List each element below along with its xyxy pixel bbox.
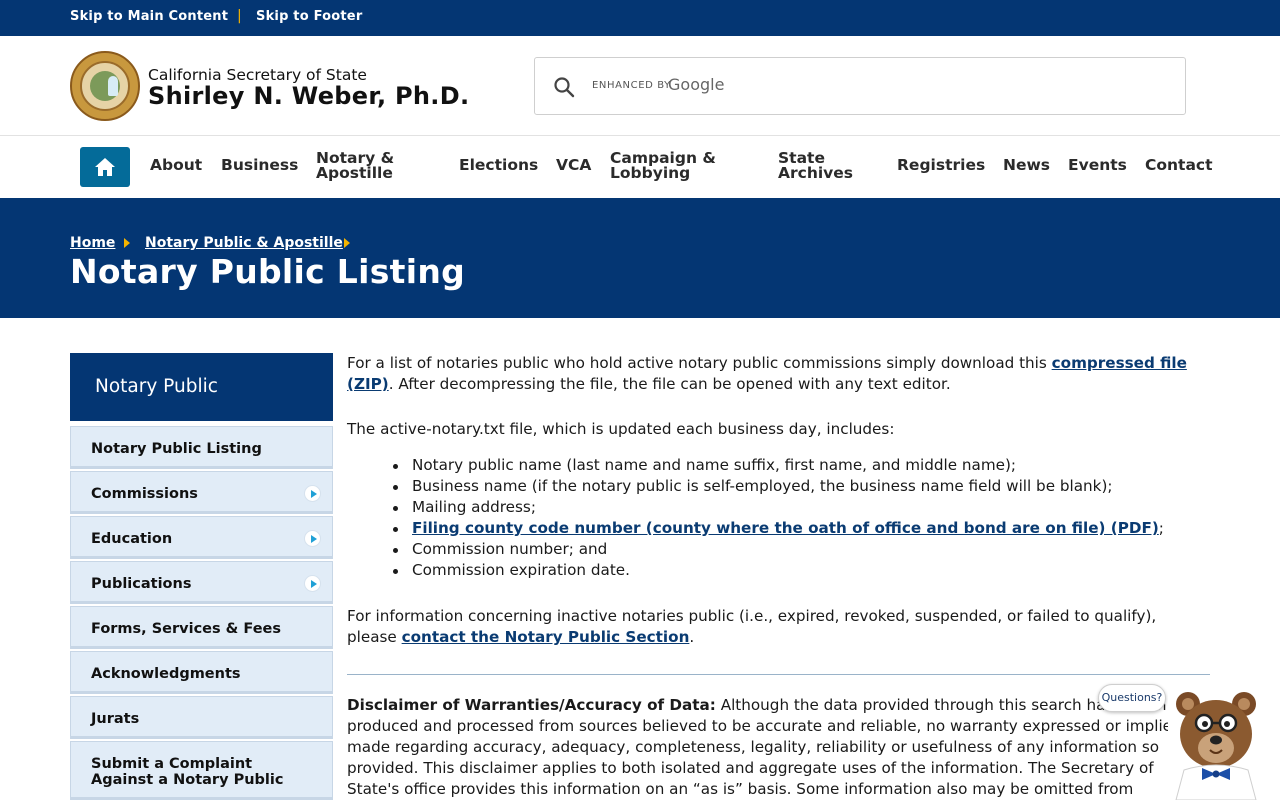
contact-notary-section-link[interactable]: contact the Notary Public Section [402, 628, 690, 646]
sidebar-item-education[interactable]: Education [70, 516, 333, 559]
seal-figure [108, 76, 118, 96]
sidebar-item-label: Forms, Services & Fees [91, 621, 281, 637]
list-item: Filing county code number (county where … [347, 518, 1210, 539]
file-contents-list: Notary public name (last name and name s… [347, 455, 1210, 581]
home-button[interactable] [80, 147, 130, 187]
chevron-right-icon[interactable] [304, 530, 321, 547]
sidebar-heading[interactable]: Notary Public [70, 353, 333, 421]
chevron-right-icon[interactable] [304, 575, 321, 592]
sidebar-item-forms-services-fees[interactable]: Forms, Services & Fees [70, 606, 333, 649]
list-item: Business name (if the notary public is s… [347, 476, 1210, 497]
list-item: Notary public name (last name and name s… [347, 455, 1210, 476]
nav-business[interactable]: Business [221, 157, 298, 173]
google-label: Google [668, 75, 725, 94]
state-seal-icon[interactable] [70, 51, 140, 121]
sidebar-item-commissions[interactable]: Commissions [70, 471, 333, 514]
file-description: The active-notary.txt file, which is upd… [347, 420, 895, 438]
bear-mascot-icon[interactable] [1168, 690, 1264, 800]
list-item: Mailing address; [347, 497, 1210, 518]
questions-bubble[interactable]: Questions? [1098, 684, 1166, 712]
county-code-pdf-link[interactable]: Filing county code number (county where … [412, 519, 1159, 537]
page-title: Notary Public Listing [70, 252, 466, 291]
sidebar-item-label: Commissions [91, 486, 198, 502]
disclaimer-paragraph: Disclaimer of Warranties/Accuracy of Dat… [347, 695, 1210, 800]
skip-to-footer-link[interactable]: Skip to Footer [256, 9, 362, 24]
main-nav: About Business Notary & Apostille Electi… [0, 137, 1280, 198]
sidebar-item-notary-public-listing[interactable]: Notary Public Listing [70, 426, 333, 469]
search-input[interactable] [775, 72, 1165, 102]
page-banner: Home Notary Public & Apostille Notary Pu… [0, 198, 1280, 318]
seal-center [90, 71, 120, 101]
enhanced-by-label: ENHANCED BY [592, 80, 671, 91]
sidebar-item-label: Jurats [91, 711, 140, 727]
inactive-text-end: . [689, 628, 695, 646]
seal-ring [80, 61, 130, 111]
sidebar-item-publications[interactable]: Publications [70, 561, 333, 604]
sidebar-item-jurats[interactable]: Jurats [70, 696, 333, 739]
disclaimer-label: Disclaimer of Warranties/Accuracy of Dat… [347, 696, 716, 714]
chevron-right-icon[interactable] [304, 485, 321, 502]
sidebar-item-label: Acknowledgments [91, 666, 241, 682]
sidebar-item-label: Publications [91, 576, 192, 592]
nav-vca[interactable]: VCA [556, 157, 591, 173]
nav-registries[interactable]: Registries [897, 157, 985, 173]
official-name[interactable]: Shirley N. Weber, Ph.D. [148, 82, 469, 110]
nav-contact[interactable]: Contact [1145, 157, 1213, 173]
nav-campaign-lobbying[interactable]: Campaign & Lobbying [610, 150, 730, 181]
intro-paragraph: For a list of notaries public who hold a… [347, 353, 1210, 395]
list-item-suffix: ; [1158, 519, 1164, 537]
nav-news[interactable]: News [1003, 157, 1050, 173]
sidebar-item-submit-complaint[interactable]: Submit a Complaint Against a Notary Publ… [70, 741, 333, 800]
sidebar-item-label: Education [91, 531, 173, 547]
nav-notary-apostille[interactable]: Notary & Apostille [316, 150, 426, 181]
site-search[interactable]: ENHANCED BY Google [534, 57, 1186, 115]
skip-to-main-link[interactable]: Skip to Main Content [70, 9, 228, 24]
inactive-notaries-paragraph: For information concerning inactive nota… [347, 606, 1210, 648]
nav-state-archives[interactable]: State Archives [778, 150, 868, 181]
breadcrumb-home[interactable]: Home [70, 235, 115, 251]
list-item: Commission number; and [347, 539, 1210, 560]
nav-elections[interactable]: Elections [459, 157, 538, 173]
skip-separator: | [237, 8, 242, 24]
breadcrumb-notary-apostille[interactable]: Notary Public & Apostille [145, 235, 343, 251]
nav-about[interactable]: About [150, 157, 202, 173]
home-icon [95, 158, 115, 176]
site-header: California Secretary of State Shirley N.… [0, 36, 1280, 136]
intro-text-end: . After decompressing the file, the file… [388, 375, 951, 393]
skip-bar: Skip to Main Content | Skip to Footer [0, 0, 1280, 36]
intro-text: For a list of notaries public who hold a… [347, 354, 1052, 372]
sidebar-item-acknowledgments[interactable]: Acknowledgments [70, 651, 333, 694]
sidebar-item-label: Notary Public Listing [91, 441, 262, 457]
list-item: Commission expiration date. [347, 560, 1210, 581]
nav-events[interactable]: Events [1068, 157, 1127, 173]
divider [347, 674, 1210, 675]
sidebar-item-label: Submit a Complaint Against a Notary Publ… [91, 756, 284, 788]
breadcrumb-arrow-icon [124, 238, 130, 248]
breadcrumb-arrow-icon [344, 238, 350, 248]
search-icon[interactable] [553, 76, 575, 98]
